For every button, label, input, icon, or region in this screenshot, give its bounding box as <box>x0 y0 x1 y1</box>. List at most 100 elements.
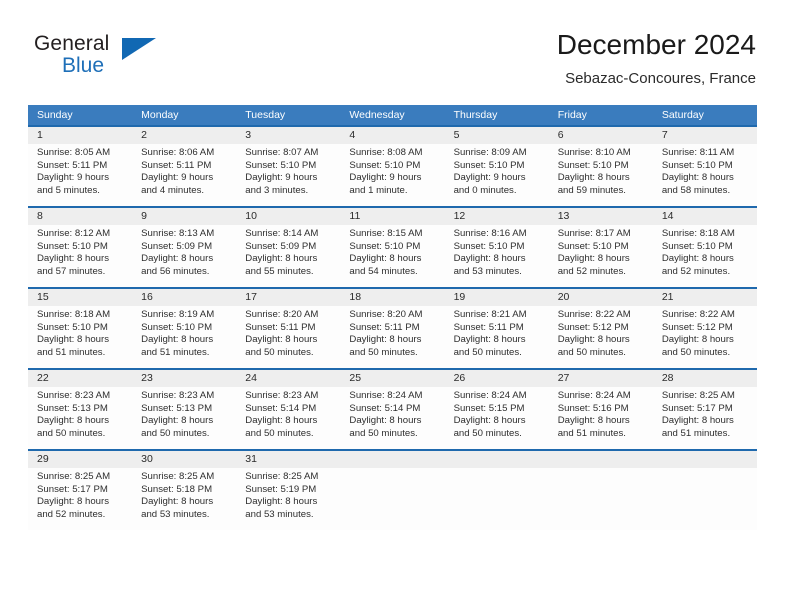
daylight-line2: and 53 minutes. <box>245 508 314 520</box>
sunset-text: Sunset: 5:15 PM <box>453 402 525 414</box>
day-cell[interactable]: Sunrise: 8:22 AM Sunset: 5:12 PM Dayligh… <box>549 306 653 368</box>
daylight-line2: and 0 minutes. <box>453 184 517 196</box>
daylight-line2: and 52 minutes. <box>661 265 731 277</box>
day-cell[interactable]: Sunrise: 8:19 AM Sunset: 5:10 PM Dayligh… <box>132 306 236 368</box>
calendar-week-row: 15 16 17 18 19 20 21 Sunrise: 8:18 AM Su… <box>28 287 757 368</box>
day-number: 18 <box>349 291 362 303</box>
daylight-line1: Daylight: 8 hours <box>557 172 630 184</box>
sunrise-text: Sunrise: 8:23 AM <box>245 390 319 401</box>
calendar-week-row: 1 2 3 4 5 6 7 Sunrise: 8:05 AM Sunset: 5… <box>28 125 757 206</box>
day-cell[interactable]: Sunrise: 8:20 AM Sunset: 5:11 PM Dayligh… <box>340 306 444 368</box>
sunrise-text: Sunrise: 8:08 AM <box>349 147 423 158</box>
day-number: 1 <box>37 129 43 141</box>
daylight-line1: Daylight: 8 hours <box>349 253 422 265</box>
day-cell[interactable]: Sunrise: 8:23 AM Sunset: 5:13 PM Dayligh… <box>132 387 236 449</box>
day-cell[interactable]: Sunrise: 8:17 AM Sunset: 5:10 PM Dayligh… <box>549 225 653 287</box>
week-daynumber-band: 22 23 24 25 26 27 28 <box>28 370 757 387</box>
day-cell[interactable]: Sunrise: 8:18 AM Sunset: 5:10 PM Dayligh… <box>653 225 757 287</box>
day-cell[interactable]: Sunrise: 8:16 AM Sunset: 5:10 PM Dayligh… <box>445 225 549 287</box>
day-number: 7 <box>661 129 668 141</box>
day-cell[interactable]: Sunrise: 8:24 AM Sunset: 5:15 PM Dayligh… <box>445 387 549 449</box>
sunset-text: Sunset: 5:17 PM <box>37 483 108 495</box>
logo-triangle-icon <box>122 38 156 60</box>
sunset-text: Sunset: 5:11 PM <box>349 321 420 333</box>
week-daynumber-band: 15 16 17 18 19 20 21 <box>28 289 757 306</box>
daylight-line2: and 52 minutes. <box>37 508 106 520</box>
sunset-text: Sunset: 5:18 PM <box>141 483 213 495</box>
day-cell[interactable]: Sunrise: 8:12 AM Sunset: 5:10 PM Dayligh… <box>28 225 132 287</box>
daylight-line2: and 50 minutes. <box>453 427 522 439</box>
sunset-text: Sunset: 5:13 PM <box>141 402 213 414</box>
day-number: 21 <box>661 291 674 303</box>
day-number: 20 <box>557 291 570 303</box>
daylight-line2: and 51 minutes. <box>141 346 210 358</box>
sunset-text: Sunset: 5:11 PM <box>245 321 316 333</box>
sunrise-text: Sunrise: 8:16 AM <box>453 228 527 239</box>
general-blue-logo: General Blue <box>28 32 198 90</box>
sunset-text: Sunset: 5:12 PM <box>661 321 733 333</box>
daylight-line2: and 51 minutes. <box>661 427 731 439</box>
sunrise-text: Sunrise: 8:20 AM <box>349 309 423 320</box>
daylight-line1: Daylight: 8 hours <box>661 253 734 265</box>
sunrise-text: Sunrise: 8:25 AM <box>661 390 735 401</box>
sunset-text: Sunset: 5:17 PM <box>661 402 733 414</box>
day-cell[interactable]: Sunrise: 8:07 AM Sunset: 5:10 PM Dayligh… <box>236 144 340 206</box>
day-cell[interactable]: Sunrise: 8:06 AM Sunset: 5:11 PM Dayligh… <box>132 144 236 206</box>
day-cell-empty <box>445 451 549 468</box>
day-cell[interactable]: Sunrise: 8:13 AM Sunset: 5:09 PM Dayligh… <box>132 225 236 287</box>
daylight-line2: and 3 minutes. <box>245 184 309 196</box>
sunset-text: Sunset: 5:10 PM <box>557 240 629 252</box>
weekday-header-monday: Monday <box>141 109 179 121</box>
day-cell[interactable]: Sunrise: 8:11 AM Sunset: 5:10 PM Dayligh… <box>653 144 757 206</box>
day-cell[interactable]: Sunrise: 8:08 AM Sunset: 5:10 PM Dayligh… <box>340 144 444 206</box>
sunset-text: Sunset: 5:16 PM <box>557 402 629 414</box>
day-cell[interactable]: Sunrise: 8:25 AM Sunset: 5:17 PM Dayligh… <box>653 387 757 449</box>
sunrise-text: Sunrise: 8:12 AM <box>37 228 111 239</box>
sunrise-text: Sunrise: 8:18 AM <box>661 228 735 239</box>
sunrise-text: Sunrise: 8:21 AM <box>453 309 527 320</box>
day-cell[interactable]: Sunrise: 8:14 AM Sunset: 5:09 PM Dayligh… <box>236 225 340 287</box>
day-cell[interactable]: Sunrise: 8:10 AM Sunset: 5:10 PM Dayligh… <box>549 144 653 206</box>
sunset-text: Sunset: 5:10 PM <box>349 159 421 171</box>
daylight-line1: Daylight: 8 hours <box>37 253 109 265</box>
day-cell[interactable]: Sunrise: 8:23 AM Sunset: 5:13 PM Dayligh… <box>28 387 132 449</box>
sunrise-text: Sunrise: 8:23 AM <box>37 390 111 401</box>
daylight-line2: and 51 minutes. <box>557 427 626 439</box>
sunset-text: Sunset: 5:11 PM <box>37 159 108 171</box>
day-number: 17 <box>245 291 257 303</box>
daylight-line1: Daylight: 8 hours <box>349 334 422 346</box>
day-number: 4 <box>349 129 356 141</box>
daylight-line1: Daylight: 8 hours <box>37 496 109 508</box>
title-block: December 2024 Sebazac-Concoures, France <box>557 28 756 90</box>
daylight-line2: and 50 minutes. <box>557 346 626 358</box>
day-cell[interactable]: Sunrise: 8:23 AM Sunset: 5:14 PM Dayligh… <box>236 387 340 449</box>
day-cell[interactable]: Sunrise: 8:05 AM Sunset: 5:11 PM Dayligh… <box>28 144 132 206</box>
day-cell[interactable]: Sunrise: 8:25 AM Sunset: 5:18 PM Dayligh… <box>132 468 236 530</box>
day-cell[interactable]: Sunrise: 8:25 AM Sunset: 5:17 PM Dayligh… <box>28 468 132 530</box>
daylight-line1: Daylight: 8 hours <box>37 415 109 427</box>
day-cell[interactable]: Sunrise: 8:24 AM Sunset: 5:16 PM Dayligh… <box>549 387 653 449</box>
day-cell[interactable]: Sunrise: 8:21 AM Sunset: 5:11 PM Dayligh… <box>445 306 549 368</box>
daylight-line2: and 51 minutes. <box>37 346 106 358</box>
day-cell-empty <box>549 468 653 530</box>
day-cell[interactable]: Sunrise: 8:15 AM Sunset: 5:10 PM Dayligh… <box>340 225 444 287</box>
week-daynumber-band: 8 9 10 11 12 13 14 <box>28 208 757 225</box>
day-cell-empty <box>445 468 549 530</box>
day-cell-empty <box>340 468 444 530</box>
day-cell[interactable]: Sunrise: 8:24 AM Sunset: 5:14 PM Dayligh… <box>340 387 444 449</box>
day-cell[interactable]: Sunrise: 8:20 AM Sunset: 5:11 PM Dayligh… <box>236 306 340 368</box>
page-title: December 2024 <box>556 29 756 60</box>
day-cell[interactable]: Sunrise: 8:18 AM Sunset: 5:10 PM Dayligh… <box>28 306 132 368</box>
daylight-line1: Daylight: 8 hours <box>557 334 630 346</box>
weekday-header-sunday: Sunday <box>37 109 73 121</box>
sunrise-text: Sunrise: 8:23 AM <box>141 390 215 401</box>
sunrise-text: Sunrise: 8:25 AM <box>37 471 111 482</box>
day-cell[interactable]: Sunrise: 8:25 AM Sunset: 5:19 PM Dayligh… <box>236 468 340 530</box>
sunset-text: Sunset: 5:10 PM <box>349 240 421 252</box>
calendar-week-row: 22 23 24 25 26 27 28 Sunrise: 8:23 AM Su… <box>28 368 757 449</box>
sunset-text: Sunset: 5:12 PM <box>557 321 629 333</box>
day-cell[interactable]: Sunrise: 8:09 AM Sunset: 5:10 PM Dayligh… <box>445 144 549 206</box>
sunset-text: Sunset: 5:10 PM <box>661 159 733 171</box>
day-cell[interactable]: Sunrise: 8:22 AM Sunset: 5:12 PM Dayligh… <box>653 306 757 368</box>
daylight-line1: Daylight: 8 hours <box>141 334 214 346</box>
